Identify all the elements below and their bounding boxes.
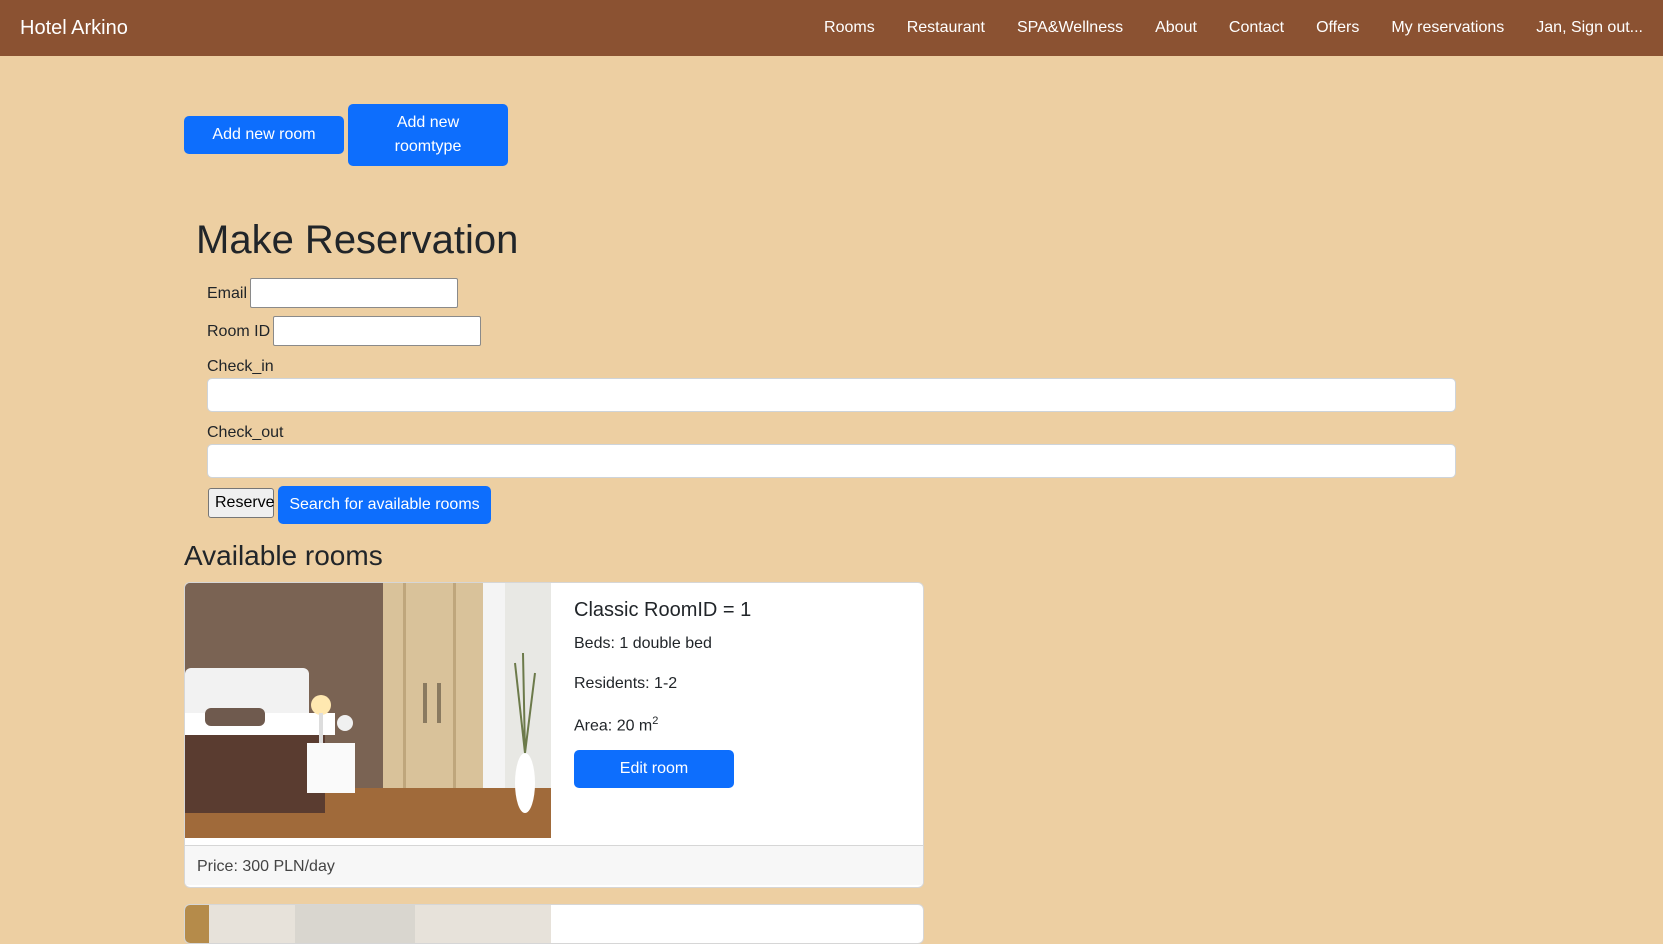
check-in-label: Check_in	[207, 358, 274, 375]
nav-sign-out[interactable]: Jan, Sign out...	[1536, 19, 1643, 37]
room-photo-illustration	[185, 583, 551, 838]
room-residents: Residents: 1-2	[574, 675, 678, 692]
check-out-label: Check_out	[207, 424, 284, 441]
nav-my-reservations[interactable]: My reservations	[1391, 19, 1504, 37]
nav-offers[interactable]: Offers	[1316, 19, 1359, 37]
email-label: Email	[207, 285, 248, 302]
page-title: Make Reservation	[196, 218, 519, 262]
nav-contact[interactable]: Contact	[1229, 19, 1284, 37]
edit-room-button[interactable]: Edit room	[574, 750, 734, 788]
room-beds: Beds: 1 double bed	[574, 635, 712, 652]
nav-spa-wellness[interactable]: SPA&Wellness	[1017, 19, 1123, 37]
add-roomtype-button[interactable]: Add new roomtype	[348, 104, 508, 166]
available-rooms-heading: Available rooms	[184, 540, 383, 571]
check-out-field[interactable]	[207, 444, 1456, 478]
room-area-text: Area: 20 m	[574, 717, 653, 735]
room-photo	[185, 583, 551, 838]
room-card	[184, 904, 924, 944]
nav-rooms[interactable]: Rooms	[824, 19, 875, 37]
room-area: Area: 20 m2	[574, 715, 658, 735]
email-field[interactable]	[250, 278, 458, 308]
navbar: Hotel Arkino Rooms Restaurant SPA&Wellne…	[0, 0, 1663, 56]
room-area-exponent: 2	[652, 715, 659, 727]
nav-restaurant[interactable]: Restaurant	[907, 19, 985, 37]
nav-about[interactable]: About	[1155, 19, 1197, 37]
room-id-label: Room ID	[207, 323, 271, 340]
nav-links: Rooms Restaurant SPA&Wellness About Cont…	[792, 19, 1643, 37]
brand-link[interactable]: Hotel Arkino	[20, 17, 128, 40]
add-room-button[interactable]: Add new room	[184, 116, 344, 154]
check-in-field[interactable]	[207, 378, 1456, 412]
room-title: Classic RoomID = 1	[574, 599, 752, 621]
search-rooms-button[interactable]: Search for available rooms	[278, 486, 491, 524]
room-id-field[interactable]	[273, 316, 481, 346]
reserve-button[interactable]: Reserve	[208, 488, 275, 518]
room-price: Price: 300 PLN/day	[185, 845, 923, 885]
room-card: Classic RoomID = 1 Beds: 1 double bed Re…	[184, 582, 924, 888]
